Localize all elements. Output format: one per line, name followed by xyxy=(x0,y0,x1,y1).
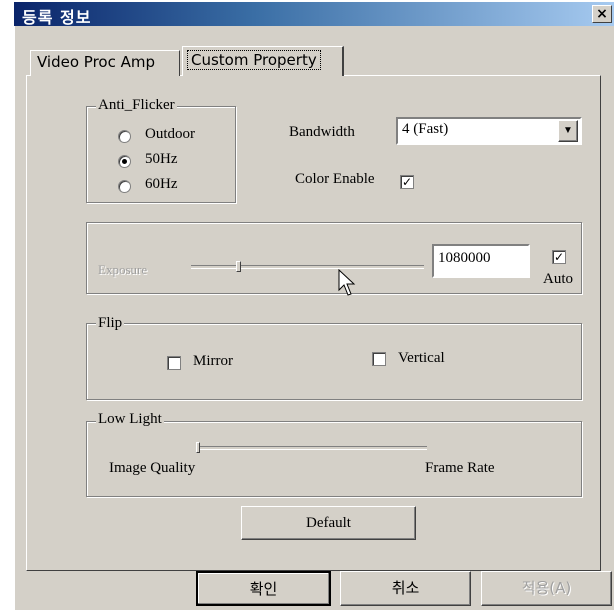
default-button[interactable]: Default xyxy=(241,506,416,540)
apply-button[interactable]: 적용(A) xyxy=(481,571,612,606)
exposure-label: Exposure xyxy=(98,262,148,277)
bandwidth-select[interactable]: 4 (Fast) ▼ xyxy=(396,117,582,145)
check-icon: ✓ xyxy=(401,175,413,189)
radio-50hz[interactable] xyxy=(118,155,131,168)
low-light-slider-thumb[interactable] xyxy=(196,442,200,453)
radio-outdoor-label: Outdoor xyxy=(145,126,195,142)
flip-legend: Flip xyxy=(96,315,125,332)
exposure-auto-label: Auto xyxy=(543,271,573,287)
exposure-auto-checkbox[interactable]: ✓ xyxy=(552,250,566,264)
ok-button-label: 확인 xyxy=(249,580,278,598)
close-button[interactable]: × xyxy=(592,5,612,23)
low-light-slider-track[interactable] xyxy=(199,446,427,450)
mirror-label: Mirror xyxy=(193,353,233,369)
bandwidth-value: 4 (Fast) xyxy=(402,121,449,137)
chevron-down-icon: ▼ xyxy=(563,125,573,136)
anti-flicker-legend: Anti_Flicker xyxy=(96,97,177,114)
color-enable-checkbox[interactable]: ✓ xyxy=(400,175,414,189)
exposure-value: 1080000 xyxy=(438,250,491,266)
tab-video-label: Video Proc Amp xyxy=(37,53,156,71)
low-light-legend: Low Light xyxy=(96,411,164,428)
title-bar[interactable]: 등록 정보 × xyxy=(14,2,614,27)
vertical-checkbox[interactable] xyxy=(372,352,386,366)
mirror-checkbox[interactable] xyxy=(167,356,181,370)
exposure-slider-thumb[interactable] xyxy=(236,261,241,272)
radio-outdoor[interactable] xyxy=(118,130,131,143)
exposure-value-field[interactable]: 1080000 xyxy=(432,244,530,278)
apply-button-label: 적용(A) xyxy=(521,579,572,597)
check-icon: ✓ xyxy=(553,250,565,264)
window-title: 등록 정보 xyxy=(22,8,92,27)
exposure-slider-track[interactable] xyxy=(191,265,424,269)
tab-custom-property[interactable]: Custom Property xyxy=(182,46,344,76)
vertical-label: Vertical xyxy=(398,350,445,366)
radio-50hz-label: 50Hz xyxy=(145,151,178,167)
flip-group xyxy=(86,323,582,400)
default-button-label: Default xyxy=(306,515,351,531)
image-quality-label: Image Quality xyxy=(109,460,196,476)
cancel-button[interactable]: 취소 xyxy=(340,571,471,606)
mouse-cursor-icon xyxy=(338,269,356,296)
bandwidth-dropdown-button[interactable]: ▼ xyxy=(558,120,578,142)
low-light-group xyxy=(86,421,582,497)
close-icon: × xyxy=(596,6,608,22)
cancel-button-label: 취소 xyxy=(391,579,420,597)
ok-button[interactable]: 확인 xyxy=(196,571,331,606)
tab-custom-label: Custom Property xyxy=(187,50,321,70)
color-enable-label: Color Enable xyxy=(295,171,375,187)
tab-video-proc-amp[interactable]: Video Proc Amp xyxy=(30,50,180,76)
bandwidth-label: Bandwidth xyxy=(289,124,355,140)
radio-60hz-label: 60Hz xyxy=(145,176,178,192)
radio-60hz[interactable] xyxy=(118,180,131,193)
frame-rate-label: Frame Rate xyxy=(425,460,495,476)
